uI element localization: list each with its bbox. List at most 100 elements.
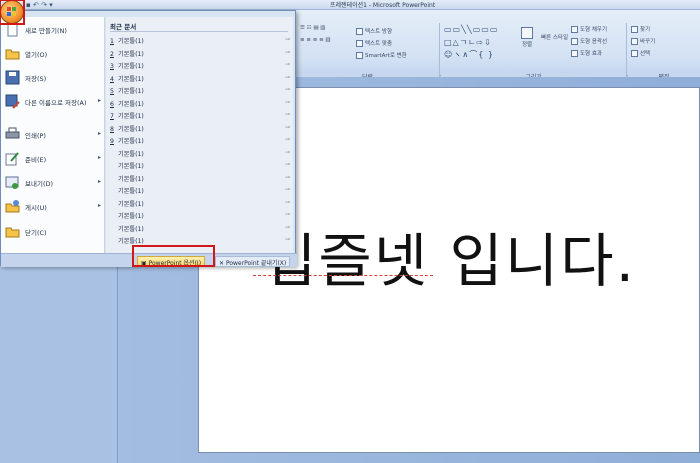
pin-icon[interactable]: ⊸ [285, 61, 290, 68]
save-icon[interactable]: ▪ [26, 1, 31, 9]
office-menu: 새로 만들기(N) 열기(O) 저장(S) 다른 이름으로 저장(A) ▸ 인쇄… [0, 10, 297, 267]
submenu-arrow-icon: ▸ [97, 202, 101, 209]
bullets-icon[interactable]: ☰ ☷ ▤ ▥ [300, 25, 326, 31]
shapes-gallery-row3[interactable]: ☺ヽ∧⌒{ } [444, 49, 494, 60]
arrange-button[interactable]: 정렬 [521, 27, 533, 48]
quick-style-button[interactable]: 빠른 스타일 [541, 33, 568, 41]
pin-icon[interactable]: ⊸ [285, 149, 290, 156]
recent-document-name: 기본틀(1) [118, 88, 144, 95]
submenu-arrow-icon: ▸ [97, 130, 101, 137]
recent-document-name: 기본틀(1) [118, 138, 144, 145]
pin-icon[interactable]: ⊸ [285, 36, 290, 43]
shape-effects-button[interactable]: 도형 효과 [571, 49, 602, 57]
menu-item-close[interactable]: 닫기(C) [1, 221, 105, 243]
shape-fill-button[interactable]: 도형 채우기 [571, 25, 607, 33]
options-highlight-box [132, 245, 215, 267]
pin-icon[interactable]: ⊸ [285, 161, 290, 168]
recent-document-number: 1 [110, 38, 114, 45]
recent-document-name: 기본틀(1) [118, 188, 144, 195]
recent-document-item[interactable]: 기본틀(1) ⊸ [110, 161, 292, 173]
pin-icon[interactable]: ⊸ [285, 186, 290, 193]
recent-document-name: 기본틀(1) [118, 125, 144, 133]
office-button-highlight-box [0, 0, 25, 25]
slide-title-text[interactable]: 입즐넷 입니다. [263, 214, 636, 298]
select-button[interactable]: 선택 [631, 49, 650, 57]
pin-icon[interactable]: ⊸ [285, 236, 290, 243]
exit-powerpoint-button[interactable]: ✕ PowerPoint 끝내기(X) [215, 256, 291, 267]
menu-item-save-as[interactable]: 다른 이름으로 저장(A) ▸ [1, 91, 105, 113]
text-direction-button[interactable]: 텍스트 방향 [356, 27, 392, 35]
ribbon-group-editing: 찾기 바꾸기 선택 편집 [628, 23, 700, 83]
redo-icon[interactable]: ↷ [41, 1, 47, 9]
submenu-arrow-icon: ▸ [97, 178, 101, 185]
align-icons[interactable]: ≡ ≡ ≡ ≡ ▥ [300, 37, 331, 43]
menu-item-save[interactable]: 저장(S) [1, 67, 105, 89]
find-button[interactable]: 찾기 [631, 25, 650, 33]
pin-icon[interactable]: ⊸ [285, 111, 290, 118]
recent-documents-pane: 최근 문서 1 기본틀(1) ⊸ 2 기본틀(1) ⊸ 3 기본틀(1) ⊸ 4 기본틀(1) ⊸ 5 기… [106, 17, 293, 253]
recent-document-number: 4 [110, 75, 114, 83]
recent-document-number: 9 [110, 138, 114, 145]
pin-icon[interactable]: ⊸ [285, 99, 290, 106]
recent-document-item[interactable]: 기본틀(1) ⊸ [110, 149, 292, 161]
pin-icon[interactable]: ⊸ [285, 49, 290, 56]
recent-document-item[interactable]: 1 기본틀(1) ⊸ [110, 36, 292, 48]
menu-item-prepare[interactable]: 준비(E) ▸ [1, 148, 105, 170]
smartart-convert-button[interactable]: SmartArt로 변환 [356, 51, 407, 59]
window-title: 프레젠테이션1 - Microsoft PowerPoint [330, 2, 436, 9]
submenu-arrow-icon: ▸ [97, 97, 101, 104]
recent-document-item[interactable]: 5 기본틀(1) ⊸ [110, 86, 292, 98]
recent-document-item[interactable]: 4 기본틀(1) ⊸ [110, 74, 292, 86]
recent-document-name: 기본틀(1) [118, 63, 144, 70]
title-bar: 프레젠테이션1 - Microsoft PowerPoint [0, 0, 700, 10]
recent-document-item[interactable]: 기본틀(1) ⊸ [110, 174, 292, 186]
recent-document-item[interactable]: 기본틀(1) ⊸ [110, 199, 292, 211]
recent-document-item[interactable]: 7 기본틀(1) ⊸ [110, 111, 292, 123]
recent-document-name: 기본틀(1) [118, 213, 144, 220]
recent-document-item[interactable]: 기본틀(1) ⊸ [110, 224, 292, 236]
pin-icon[interactable]: ⊸ [285, 124, 290, 131]
save-icon [5, 70, 20, 85]
recent-document-item[interactable]: 3 기본틀(1) ⊸ [110, 61, 292, 73]
ribbon-group-drawing: ▭▭╲╲▭▭▭ □△ㄱㄴ⇨⇩ ☺ヽ∧⌒{ } 정렬 빠른 스타일 도형 채우기 … [441, 23, 627, 83]
pin-icon[interactable]: ⊸ [285, 199, 290, 206]
recent-document-name: 기본틀(1) [118, 225, 144, 233]
menu-item-print[interactable]: 인쇄(P) ▸ [1, 124, 105, 146]
recent-document-name: 기본틀(1) [118, 75, 144, 83]
save-as-icon [5, 94, 20, 109]
menu-item-open[interactable]: 열기(O) [1, 43, 105, 65]
menu-item-send[interactable]: 보내기(D) ▸ [1, 172, 105, 194]
pin-icon[interactable]: ⊸ [285, 211, 290, 218]
pin-icon[interactable]: ⊸ [285, 86, 290, 93]
prepare-icon [5, 152, 19, 166]
print-icon [5, 127, 20, 139]
recent-document-item[interactable]: 기본틀(1) ⊸ [110, 186, 292, 198]
shapes-gallery-row2[interactable]: □△ㄱㄴ⇨⇩ [444, 37, 492, 48]
publish-icon [5, 200, 20, 213]
recent-document-name: 기본틀(1) [118, 150, 144, 158]
shapes-gallery-row1[interactable]: ▭▭╲╲▭▭▭ [444, 25, 498, 34]
pin-icon[interactable]: ⊸ [285, 136, 290, 143]
pin-icon[interactable]: ⊸ [285, 174, 290, 181]
text-align-button[interactable]: 텍스트 맞춤 [356, 39, 392, 47]
recent-document-name: 기본틀(1) [118, 175, 144, 183]
replace-button[interactable]: 바꾸기 [631, 37, 655, 45]
undo-icon[interactable]: ↶ [33, 1, 39, 9]
recent-document-name: 기본틀(1) [118, 100, 144, 108]
recent-document-item[interactable]: 6 기본틀(1) ⊸ [110, 99, 292, 111]
ribbon-group-paragraph: ☰ ☷ ▤ ▥ ≡ ≡ ≡ ≡ ▥ 텍스트 방향 텍스트 맞춤 SmartArt… [296, 23, 440, 83]
recent-document-number: 2 [110, 50, 114, 58]
pin-icon[interactable]: ⊸ [285, 224, 290, 231]
office-menu-commands: 새로 만들기(N) 열기(O) 저장(S) 다른 이름으로 저장(A) ▸ 인쇄… [1, 17, 105, 253]
close-icon: ✕ [219, 260, 225, 267]
pin-icon[interactable]: ⊸ [285, 74, 290, 81]
recent-document-item[interactable]: 2 기본틀(1) ⊸ [110, 49, 292, 61]
customize-icon[interactable]: ▾ [49, 1, 53, 9]
recent-document-item[interactable]: 기본틀(1) ⊸ [110, 211, 292, 223]
recent-document-number: 3 [110, 63, 114, 70]
menu-item-publish[interactable]: 게시(U) ▸ [1, 196, 105, 218]
recent-document-item[interactable]: 8 기본틀(1) ⊸ [110, 124, 292, 136]
quick-access-toolbar: ▪ ↶ ↷ ▾ [26, 1, 53, 9]
shape-outline-button[interactable]: 도형 윤곽선 [571, 37, 607, 45]
recent-document-item[interactable]: 9 기본틀(1) ⊸ [110, 136, 292, 148]
